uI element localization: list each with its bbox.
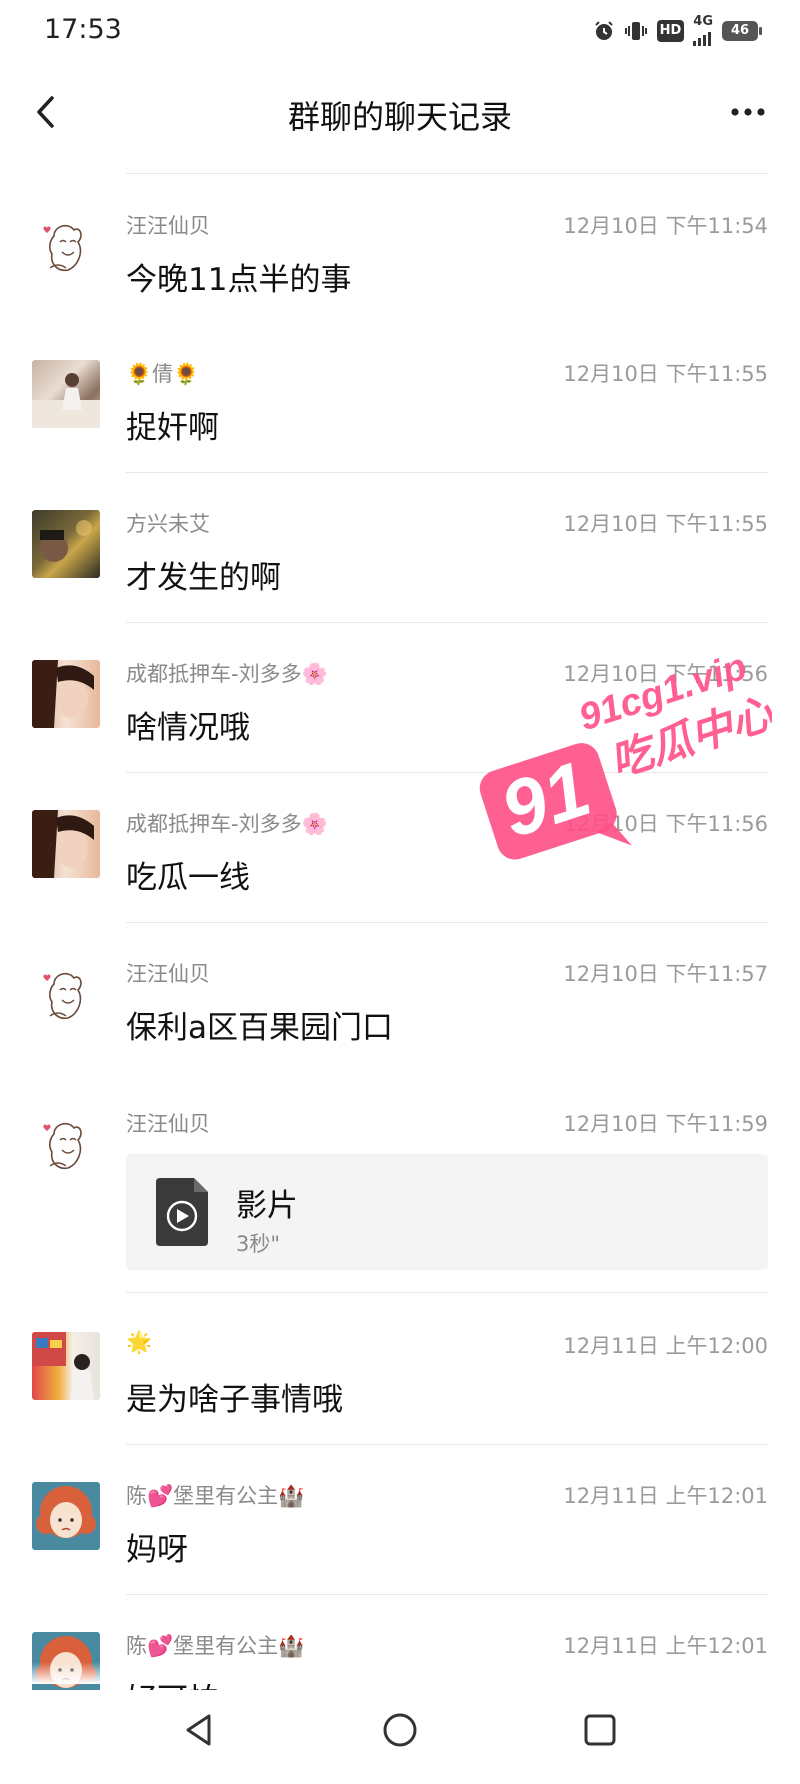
sender-name: 成都抵押车-刘多多🌸 — [126, 662, 328, 686]
hd-icon: HD — [656, 20, 685, 42]
photo-avatar-icon — [40, 520, 92, 562]
more-dots-icon — [731, 108, 765, 116]
avatar[interactable] — [32, 660, 100, 728]
message-item[interactable]: 🌟 12月11日 上午12:00 是为啥子事情哦 — [0, 1330, 800, 1440]
network-type: 4G — [693, 14, 713, 29]
avatar[interactable] — [32, 810, 100, 878]
video-duration: 3秒" — [236, 1232, 281, 1256]
message-item[interactable]: 汪汪仙贝 12月10日 下午11:57 保利a区百果园门口 — [0, 958, 800, 1068]
more-button[interactable] — [718, 86, 778, 138]
divider — [126, 922, 768, 923]
divider — [126, 472, 768, 473]
avatar[interactable] — [32, 510, 100, 578]
avatar[interactable] — [32, 360, 100, 428]
message-item[interactable]: 🌻倩🌻 12月10日 下午11:55 捉奸啊 — [0, 358, 800, 468]
message-time: 12月10日 下午11:57 — [563, 962, 768, 986]
message-item[interactable]: 汪汪仙贝 12月10日 下午11:54 今晚11点半的事 — [0, 210, 800, 320]
title-bar: 群聊的聊天记录 — [0, 62, 800, 162]
message-text: 吃瓜一线 — [126, 860, 250, 896]
circle-home-icon — [383, 1713, 417, 1747]
avatar[interactable] — [32, 1110, 100, 1178]
sender-name: 方兴未艾 — [126, 512, 210, 536]
signal-icon: 4G — [693, 14, 713, 46]
video-attachment[interactable]: 影片 3秒" — [126, 1154, 768, 1270]
cartoon-girl-avatar-icon — [36, 1486, 96, 1550]
status-icons: HD 4G 46 — [593, 14, 762, 46]
message-item[interactable]: 陈💕堡里有公主🏰 12月11日 上午12:01 妈呀 — [0, 1480, 800, 1590]
system-home-button[interactable] — [372, 1702, 428, 1758]
cat-sketch-avatar-icon — [43, 1122, 82, 1170]
message-text: 才发生的啊 — [126, 560, 281, 596]
message-time: 12月11日 上午12:00 — [563, 1334, 768, 1358]
alarm-icon — [594, 21, 613, 40]
message-text: 是为啥子事情哦 — [126, 1382, 343, 1418]
video-file-icon — [156, 1178, 208, 1246]
message-item[interactable]: 成都抵押车-刘多多🌸 12月10日 下午11:56 吃瓜一线 — [0, 808, 800, 918]
message-time: 12月10日 下午11:56 — [563, 662, 768, 686]
message-text: 啥情况哦 — [126, 710, 250, 746]
message-text: 妈呀 — [126, 1532, 188, 1568]
page-title: 群聊的聊天记录 — [287, 98, 512, 136]
message-text: 保利a区百果园门口 — [126, 1010, 393, 1046]
battery-icon: 46 — [722, 21, 762, 41]
divider — [126, 1594, 768, 1595]
message-time: 12月11日 上午12:01 — [563, 1634, 768, 1658]
vibrate-icon — [624, 22, 647, 40]
video-title: 影片 — [236, 1188, 298, 1224]
avatar[interactable] — [32, 960, 100, 1028]
divider — [126, 1444, 768, 1445]
square-recents-icon — [584, 1714, 616, 1746]
sender-name: 陈💕堡里有公主🏰 — [126, 1634, 305, 1658]
triangle-back-icon — [186, 1714, 211, 1746]
divider — [126, 622, 768, 623]
divider — [126, 173, 768, 174]
message-item[interactable]: 方兴未艾 12月10日 下午11:55 才发生的啊 — [0, 508, 800, 618]
sender-name: 汪汪仙贝 — [126, 962, 210, 986]
photo-avatar-icon — [32, 373, 100, 428]
cat-sketch-avatar-icon — [43, 972, 82, 1020]
sender-name: 🌟 — [126, 1330, 153, 1354]
message-time: 12月10日 下午11:54 — [563, 214, 768, 238]
photo-avatar-icon — [32, 1332, 94, 1400]
avatar[interactable] — [32, 1332, 100, 1400]
system-nav-bar — [0, 1680, 800, 1784]
sender-name: 成都抵押车-刘多多🌸 — [126, 812, 328, 836]
message-time: 12月11日 上午12:01 — [563, 1484, 768, 1508]
sender-name: 汪汪仙贝 — [126, 214, 210, 238]
photo-avatar-icon — [32, 810, 94, 878]
status-bar: 17:53 HD 4G 46 — [0, 0, 800, 62]
message-text: 捉奸啊 — [126, 410, 219, 446]
divider — [126, 772, 768, 773]
message-text: 今晚11点半的事 — [126, 262, 352, 298]
photo-avatar-icon — [32, 660, 94, 728]
message-item[interactable]: 成都抵押车-刘多多🌸 12月10日 下午11:56 啥情况哦 — [0, 658, 800, 768]
message-time: 12月10日 下午11:55 — [563, 362, 768, 386]
message-time: 12月10日 下午11:56 — [563, 812, 768, 836]
message-time: 12月10日 下午11:55 — [563, 512, 768, 536]
system-recents-button[interactable] — [572, 1702, 628, 1758]
sender-name: 🌻倩🌻 — [126, 362, 200, 386]
cat-sketch-avatar-icon — [43, 224, 82, 272]
sender-name: 陈💕堡里有公主🏰 — [126, 1484, 305, 1508]
avatar[interactable] — [32, 212, 100, 280]
message-item[interactable]: 汪汪仙贝 12月10日 下午11:59 影片 3秒" — [0, 1108, 800, 1278]
sender-name: 汪汪仙贝 — [126, 1112, 210, 1136]
message-time: 12月10日 下午11:59 — [563, 1112, 768, 1136]
system-back-button[interactable] — [172, 1702, 228, 1758]
divider — [126, 1292, 768, 1293]
avatar[interactable] — [32, 1482, 100, 1550]
status-time: 17:53 — [44, 14, 122, 45]
